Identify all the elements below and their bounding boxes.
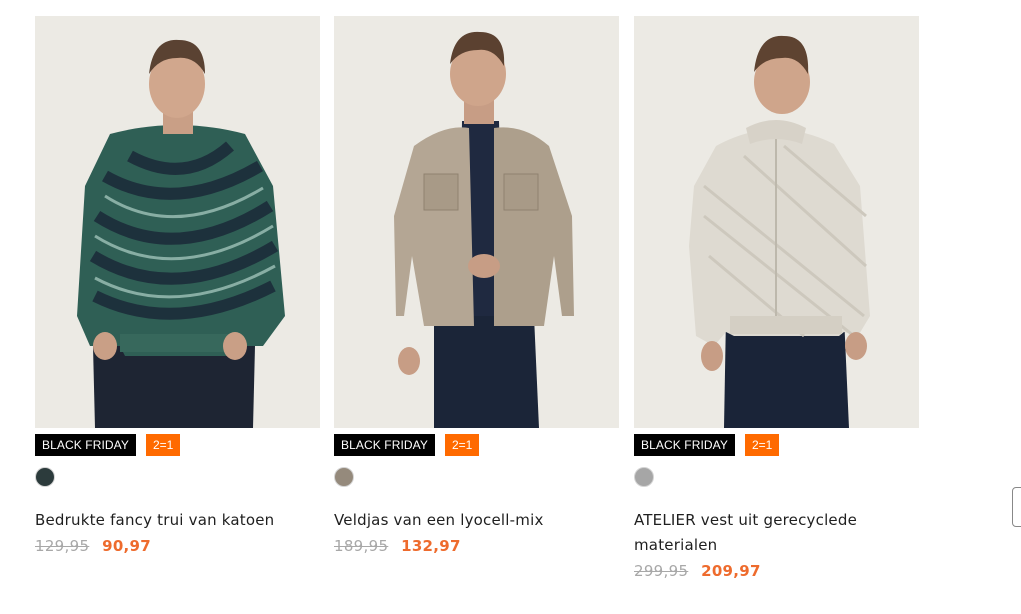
product-image[interactable] (634, 16, 919, 428)
price-row: 299,95 209,97 (634, 561, 919, 581)
sale-price: 90,97 (102, 537, 152, 555)
product-image[interactable] (334, 16, 619, 428)
original-price: 129,95 (35, 537, 90, 555)
product-image[interactable] (35, 16, 320, 428)
price-row: 129,95 90,97 (35, 536, 320, 556)
sale-price: 209,97 (701, 562, 761, 580)
badge-row: BLACK FRIDAY 2=1 (334, 434, 619, 456)
promo-badge: 2=1 (146, 434, 181, 456)
original-price: 299,95 (634, 562, 689, 580)
color-swatch[interactable] (35, 467, 55, 487)
product-title[interactable]: ATELIER vest uit gerecyclede materialen (634, 508, 919, 558)
product-title-line: materialen (634, 536, 718, 554)
black-friday-badge: BLACK FRIDAY (634, 434, 735, 456)
black-friday-badge: BLACK FRIDAY (35, 434, 136, 456)
promo-badge: 2=1 (445, 434, 480, 456)
black-friday-badge: BLACK FRIDAY (334, 434, 435, 456)
sale-price: 132,97 (401, 537, 461, 555)
product-title[interactable]: Veldjas van een lyocell-mix (334, 508, 619, 533)
badge-row: BLACK FRIDAY 2=1 (634, 434, 919, 456)
product-card: BLACK FRIDAY 2=1 ATELIER vest uit gerecy… (634, 16, 919, 581)
carousel-next-button[interactable] (1012, 487, 1021, 527)
product-title[interactable]: Bedrukte fancy trui van katoen (35, 508, 320, 533)
promo-badge: 2=1 (745, 434, 780, 456)
color-swatch[interactable] (634, 467, 654, 487)
original-price: 189,95 (334, 537, 389, 555)
badge-row: BLACK FRIDAY 2=1 (35, 434, 320, 456)
price-row: 189,95 132,97 (334, 536, 619, 556)
product-title-line: ATELIER vest uit gerecyclede (634, 511, 858, 529)
color-swatch[interactable] (334, 467, 354, 487)
product-card: BLACK FRIDAY 2=1 Bedrukte fancy trui van… (35, 16, 320, 556)
product-card: BLACK FRIDAY 2=1 Veldjas van een lyocell… (334, 16, 619, 556)
product-grid: BLACK FRIDAY 2=1 Bedrukte fancy trui van… (0, 0, 1021, 614)
